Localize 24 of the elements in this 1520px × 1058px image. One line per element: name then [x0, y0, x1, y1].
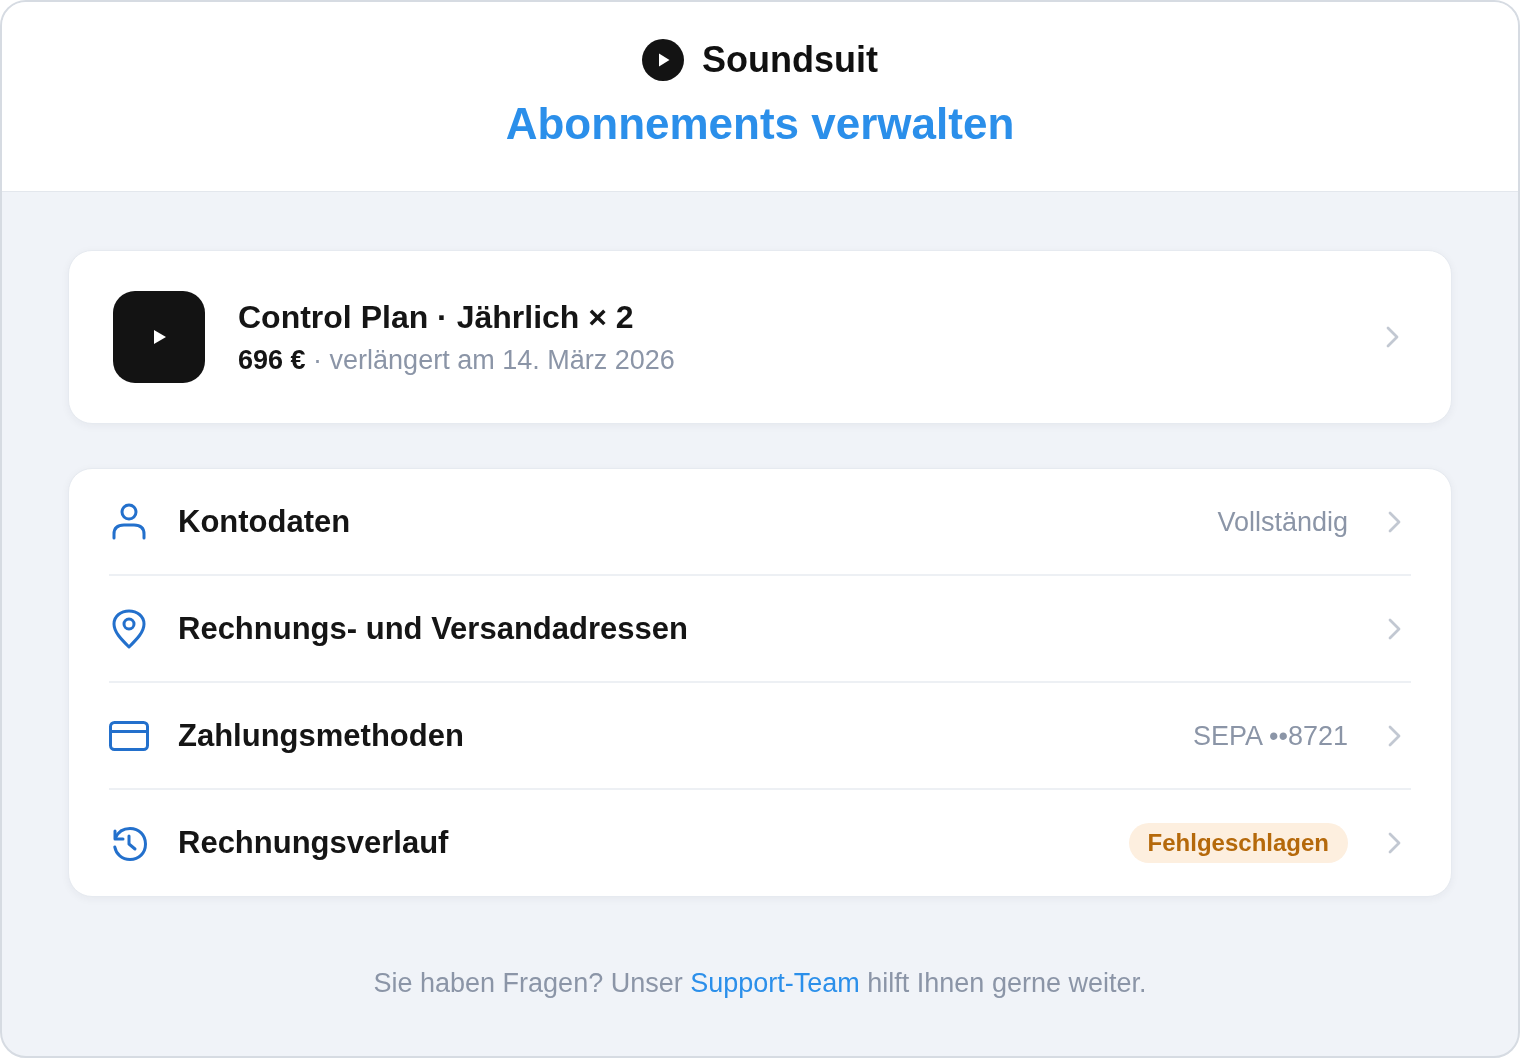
status-text: Vollständig	[1217, 505, 1348, 538]
chevron-right-icon	[1388, 510, 1401, 533]
row-label: Zahlungsmethoden	[178, 716, 465, 755]
play-logo-icon	[642, 39, 684, 81]
settings-row[interactable]: Zahlungsmethoden SEPA ••8721	[109, 683, 1411, 790]
status-text: SEPA ••8721	[1193, 719, 1348, 752]
status-badge: Fehlgeschlagen	[1128, 823, 1348, 863]
chevron-right-icon	[1388, 832, 1401, 854]
chevron-right-icon	[1388, 724, 1401, 747]
row-label: Rechnungs- und Versandadressen	[178, 609, 689, 648]
plan-title: Control Plan · Jährlich × 2	[238, 298, 635, 336]
settings-row[interactable]: Kontodaten Vollständig	[109, 469, 1411, 576]
row-label: Kontodaten	[178, 502, 352, 541]
plan-card[interactable]: Control Plan · Jährlich × 2 696 € · verlängert am 14. März 2026	[68, 250, 1452, 424]
brand-name: Soundsuit	[702, 38, 878, 82]
page-title: Abonnements verwalten	[505, 98, 1015, 150]
settings-row[interactable]: Rechnungsverlauf Fehlgeschlagen	[109, 790, 1411, 896]
plan-details: 696 € · verlängert am 14. März 2026	[238, 344, 676, 376]
settings-row[interactable]: Rechnungs- und Versandadressen	[109, 576, 1411, 683]
row-label: Rechnungsverlauf	[178, 824, 450, 862]
help-text: Sie haben Fragen? Unser Support-Team hilft Ihnen gerne weiter.	[372, 967, 1148, 999]
play-tile-icon	[113, 291, 205, 383]
chevron-right-icon	[1386, 326, 1399, 348]
chevron-right-icon	[1388, 617, 1401, 640]
